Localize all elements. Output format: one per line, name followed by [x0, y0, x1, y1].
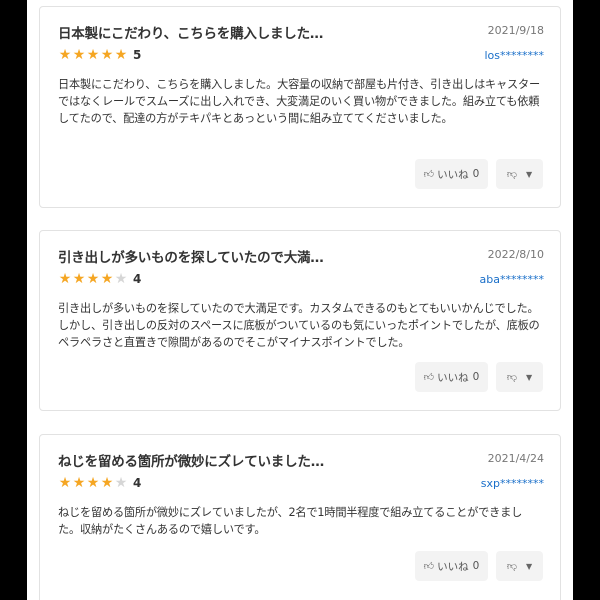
- like-button[interactable]: 👍︎ いいね 0: [415, 159, 488, 189]
- star-empty-icon: ★: [114, 475, 128, 491]
- star-icon: ★: [58, 475, 72, 491]
- star-rating: ★ ★ ★ ★ ★ 5: [58, 47, 142, 63]
- chevron-down-icon: ▼: [526, 561, 533, 571]
- reviewer-name-link[interactable]: aba********: [480, 273, 544, 286]
- review-title[interactable]: ねじを留める箇所が微妙にズレていました…: [58, 450, 418, 470]
- like-label: いいね: [437, 560, 469, 573]
- chevron-down-icon: ▼: [526, 372, 533, 382]
- review-card: 日本製にこだわり、こちらを購入しました… 2021/9/18 ★ ★ ★ ★ ★…: [39, 6, 561, 208]
- thumbs-up-icon: 👍︎: [423, 169, 435, 180]
- review-body: 日本製にこだわり、こちらを購入しました。大容量の収納で部屋も片付き、引き出しはキ…: [58, 78, 540, 125]
- dislike-button[interactable]: 👎︎ ▼: [496, 159, 543, 189]
- like-count: 0: [472, 168, 480, 180]
- review-body: ねじを留める箇所が微妙にズレていましたが、2名で1時間半程度で組み立てることがで…: [58, 506, 523, 536]
- thumbs-up-icon: 👍︎: [423, 372, 435, 383]
- thumbs-down-icon: 👎︎: [506, 561, 517, 572]
- rating-score: 4: [133, 476, 142, 490]
- star-icon: ★: [100, 475, 114, 491]
- star-rating: ★ ★ ★ ★ ★ 4: [58, 271, 142, 287]
- star-empty-icon: ★: [114, 271, 128, 287]
- like-label: いいね: [437, 168, 469, 181]
- review-list: 日本製にこだわり、こちらを購入しました… 2021/9/18 ★ ★ ★ ★ ★…: [27, 0, 573, 600]
- like-count: 0: [472, 371, 480, 383]
- star-icon: ★: [114, 47, 128, 63]
- thumbs-up-icon: 👍︎: [423, 561, 435, 572]
- review-date: 2021/4/24: [487, 452, 544, 465]
- thumbs-down-icon: 👎︎: [506, 169, 517, 180]
- star-icon: ★: [72, 475, 86, 491]
- review-date: 2022/8/10: [487, 248, 544, 261]
- review-card: ねじを留める箇所が微妙にズレていました… 2021/4/24 ★ ★ ★ ★ ★…: [39, 434, 561, 600]
- like-label: いいね: [437, 371, 469, 384]
- star-icon: ★: [100, 47, 114, 63]
- star-icon: ★: [86, 475, 100, 491]
- star-icon: ★: [86, 271, 100, 287]
- reviewer-name-link[interactable]: sxp********: [481, 477, 544, 490]
- like-button[interactable]: 👍︎ いいね 0: [415, 551, 488, 581]
- star-icon: ★: [58, 271, 72, 287]
- star-icon: ★: [100, 271, 114, 287]
- review-date: 2021/9/18: [487, 24, 544, 37]
- review-card: 引き出しが多いものを探していたので大満… 2022/8/10 ★ ★ ★ ★ ★…: [39, 230, 561, 411]
- star-icon: ★: [72, 271, 86, 287]
- star-icon: ★: [58, 47, 72, 63]
- star-icon: ★: [72, 47, 86, 63]
- rating-score: 4: [133, 272, 142, 286]
- thumbs-down-icon: 👎︎: [506, 372, 517, 383]
- like-count: 0: [472, 560, 480, 572]
- dislike-button[interactable]: 👎︎ ▼: [496, 551, 543, 581]
- star-rating: ★ ★ ★ ★ ★ 4: [58, 475, 142, 491]
- like-button[interactable]: 👍︎ いいね 0: [415, 362, 488, 392]
- review-title[interactable]: 日本製にこだわり、こちらを購入しました…: [58, 22, 418, 42]
- reviewer-name-link[interactable]: los********: [484, 49, 544, 62]
- review-title[interactable]: 引き出しが多いものを探していたので大満…: [58, 246, 418, 266]
- review-body: 引き出しが多いものを探していたので大満足です。カスタムできるのもとてもいいかんじ…: [58, 302, 540, 349]
- dislike-button[interactable]: 👎︎ ▼: [496, 362, 543, 392]
- star-icon: ★: [86, 47, 100, 63]
- chevron-down-icon: ▼: [526, 169, 533, 179]
- rating-score: 5: [133, 48, 142, 62]
